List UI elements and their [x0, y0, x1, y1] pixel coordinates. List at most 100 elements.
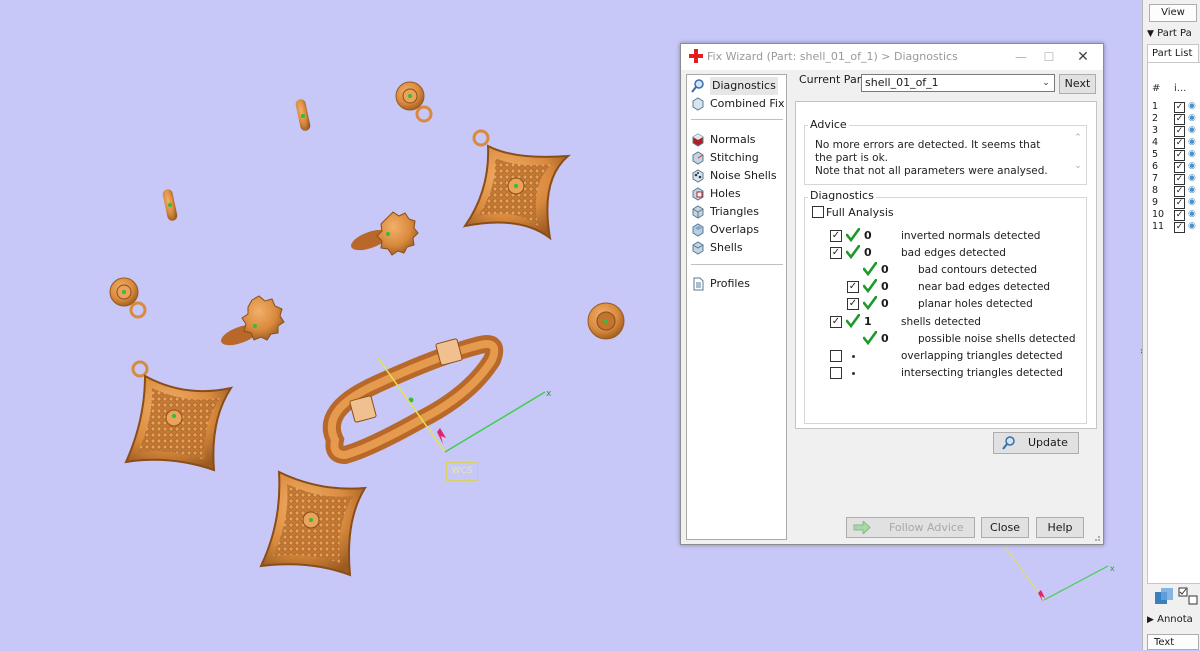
diagnostic-label: bad contours detected: [918, 264, 1037, 277]
tab-part-list[interactable]: Part List: [1147, 44, 1199, 62]
eye-icon[interactable]: ◉: [1188, 138, 1198, 147]
visibility-checkbox[interactable]: ✓: [1174, 114, 1185, 125]
eye-icon[interactable]: ◉: [1188, 198, 1198, 207]
eye-icon[interactable]: ◉: [1188, 102, 1198, 111]
part-list-row[interactable]: 11 ✓ ◉: [1148, 221, 1200, 233]
full-analysis-label: Full Analysis: [826, 206, 894, 219]
row-number: 2: [1152, 113, 1159, 124]
nav-item-diagnostics[interactable]: Diagnostics: [689, 77, 784, 95]
wcs-label: WCS: [446, 462, 478, 481]
current-part-select[interactable]: shell_01_of_1 ⌄: [861, 74, 1055, 92]
pin-part: [162, 189, 178, 221]
title-bar[interactable]: Fix Wizard (Part: shell_01_of_1) > Diagn…: [681, 44, 1103, 70]
part-list-row[interactable]: 3 ✓ ◉: [1148, 125, 1200, 137]
bail-part: [587, 302, 625, 340]
eye-icon[interactable]: ◉: [1188, 222, 1198, 231]
row-number: 4: [1152, 137, 1159, 148]
nav-item-holes[interactable]: Holes: [689, 185, 784, 203]
visibility-checkbox[interactable]: ✓: [1174, 138, 1185, 149]
visibility-checkbox[interactable]: ✓: [1174, 210, 1185, 221]
eye-icon[interactable]: ◉: [1188, 126, 1198, 135]
part-pages-header[interactable]: ▼ Part Pa: [1147, 28, 1200, 39]
visibility-checkbox[interactable]: ✓: [1174, 150, 1185, 161]
part-list-row[interactable]: 2 ✓ ◉: [1148, 113, 1200, 125]
diagnostic-count: 0: [881, 331, 889, 345]
green-check-icon: [845, 227, 861, 243]
minimize-icon[interactable]: —: [1009, 47, 1033, 67]
eye-icon[interactable]: ◉: [1188, 210, 1198, 219]
visibility-checkbox[interactable]: ✓: [1174, 102, 1185, 113]
nav-item-combined-fix[interactable]: Combined Fix: [689, 95, 784, 113]
diagnostic-checkbox[interactable]: [830, 349, 842, 362]
visibility-checkbox[interactable]: ✓: [1174, 126, 1185, 137]
eye-icon[interactable]: ◉: [1188, 114, 1198, 123]
update-button[interactable]: Update: [993, 432, 1079, 454]
row-number: 1: [1152, 101, 1159, 112]
follow-advice-button[interactable]: Follow Advice: [846, 517, 975, 538]
advice-group: No more errors are detected. It seems th…: [804, 125, 1087, 185]
eye-icon[interactable]: ◉: [1188, 174, 1198, 183]
part-list-row[interactable]: 10 ✓ ◉: [1148, 209, 1200, 221]
visibility-checkbox[interactable]: ✓: [1174, 162, 1185, 173]
pin-part: [295, 99, 311, 131]
part-list-row[interactable]: 4 ✓ ◉: [1148, 137, 1200, 149]
chevron-down-icon: ⌄: [1042, 78, 1050, 88]
fix-wizard-dialog: Fix Wizard (Part: shell_01_of_1) > Diagn…: [680, 43, 1104, 545]
row-number: 10: [1152, 209, 1165, 220]
diagnostic-checkbox[interactable]: [830, 366, 842, 379]
nav-item-profiles[interactable]: Profiles: [689, 275, 784, 293]
nav-item-noise-shells[interactable]: Noise Shells: [689, 167, 784, 185]
visibility-checkbox[interactable]: ✓: [1174, 174, 1185, 185]
eye-icon[interactable]: ◉: [1188, 162, 1198, 171]
text-button[interactable]: Text: [1147, 634, 1199, 650]
shells-icon: [692, 241, 704, 255]
diagnostic-count: 0: [881, 263, 889, 277]
part-list-row[interactable]: 6 ✓ ◉: [1148, 161, 1200, 173]
visibility-checkbox[interactable]: ✓: [1174, 222, 1185, 233]
part-list[interactable]: # i... 1 ✓ ◉ 2 ✓ ◉ 3 ✓ ◉ 4 ✓ ◉ 5 ✓ ◉ 6 ✓ ◉ 7 ✓ ◉ 8 ✓ ◉ 9 ✓ ◉ 10 ✓ ◉ 11…: [1147, 62, 1200, 584]
help-button[interactable]: Help: [1036, 517, 1084, 538]
part-list-row[interactable]: 7 ✓ ◉: [1148, 173, 1200, 185]
part-list-row[interactable]: 8 ✓ ◉: [1148, 185, 1200, 197]
annotations-header[interactable]: ▶ Annota: [1147, 614, 1200, 625]
part-list-row[interactable]: 9 ✓ ◉: [1148, 197, 1200, 209]
diagnostic-checkbox[interactable]: ✓: [830, 247, 842, 260]
diagnostic-checkbox[interactable]: ✓: [830, 230, 842, 242]
nav-item-shells[interactable]: Shells: [689, 239, 784, 257]
visibility-checkbox[interactable]: ✓: [1174, 186, 1185, 197]
nav-item-overlaps[interactable]: Overlaps: [689, 221, 784, 239]
nav-item-stitching[interactable]: Stitching: [689, 149, 784, 167]
eye-icon[interactable]: ◉: [1188, 150, 1198, 159]
view-button[interactable]: View: [1149, 4, 1197, 22]
part-list-row[interactable]: 5 ✓ ◉: [1148, 149, 1200, 161]
full-analysis-checkbox[interactable]: [812, 206, 824, 218]
diagnostic-checkbox[interactable]: ✓: [847, 281, 859, 294]
magnifier-icon: [1002, 436, 1015, 450]
diagnostic-label: possible noise shells detected: [918, 332, 1076, 345]
nav-item-triangles[interactable]: Triangles: [689, 203, 784, 221]
advice-title: Advice: [808, 118, 849, 131]
visibility-checkbox[interactable]: ✓: [1174, 198, 1185, 209]
part-list-row[interactable]: 1 ✓ ◉: [1148, 101, 1200, 113]
diagnostic-count: 1: [864, 314, 872, 328]
diagnostic-count: 0: [881, 297, 889, 311]
resize-grip-icon[interactable]: [1091, 532, 1101, 542]
close-button[interactable]: Close: [981, 517, 1029, 538]
nav-item-normals[interactable]: Normals: [689, 131, 784, 149]
diagnostic-checkbox[interactable]: ✓: [847, 298, 859, 311]
diagnostic-checkbox[interactable]: ✓: [830, 315, 842, 328]
check-all-icon[interactable]: [1178, 587, 1198, 605]
maximize-icon[interactable]: ☐: [1037, 47, 1061, 67]
green-check-icon: [862, 296, 878, 311]
parts-cube-icon[interactable]: [1155, 588, 1173, 604]
eye-icon[interactable]: ◉: [1188, 186, 1198, 195]
scroll-up-icon: ⌃: [1074, 133, 1082, 143]
diagnostic-count: 0: [881, 280, 889, 294]
row-number: 3: [1152, 125, 1159, 136]
green-check-icon: [862, 330, 878, 345]
close-icon[interactable]: ✕: [1071, 47, 1095, 67]
wizard-nav: Diagnostics Combined Fix Normals Stitchi…: [686, 74, 787, 540]
next-button[interactable]: Next: [1059, 74, 1096, 94]
triangles-icon: [692, 205, 704, 219]
advice-scrollbar[interactable]: ⌃ ⌄: [1072, 132, 1084, 172]
